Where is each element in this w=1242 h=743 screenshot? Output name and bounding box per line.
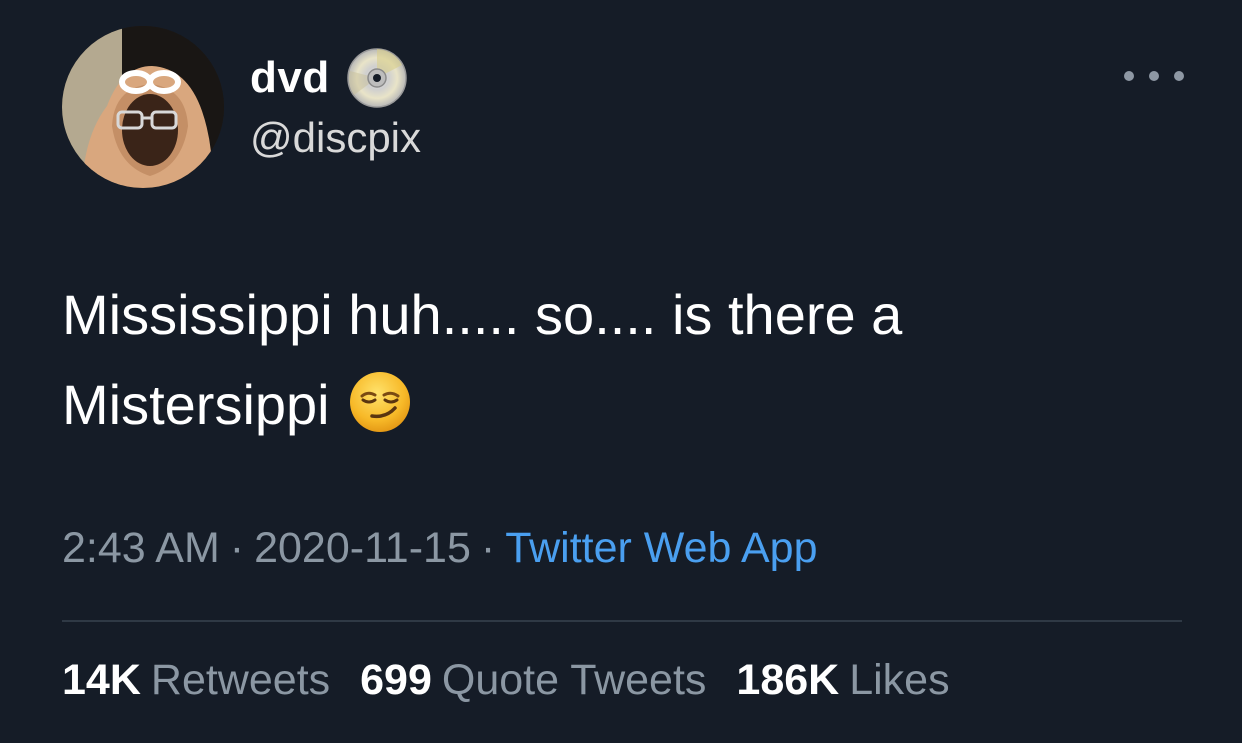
retweets-count: 14K bbox=[62, 656, 141, 704]
divider bbox=[62, 620, 1182, 622]
tweet-text-line-2-text: Mistersippi bbox=[62, 373, 330, 436]
likes-stat[interactable]: 186K Likes bbox=[736, 656, 949, 705]
more-dot bbox=[1124, 71, 1134, 81]
quote-tweets-count: 699 bbox=[360, 656, 432, 704]
author-handle[interactable]: @discpix bbox=[250, 114, 421, 162]
likes-count: 186K bbox=[736, 656, 840, 704]
tweet-text-line-1: Mississippi huh..... so.... is there a bbox=[62, 283, 903, 346]
meta-separator: · bbox=[480, 524, 496, 572]
tweet-card: dvd @discpix Mississippi huh..... so....… bbox=[0, 0, 1242, 743]
tweet-text-line-2: Mistersippi bbox=[62, 360, 1162, 450]
tweet-date[interactable]: 2020-11-15 bbox=[254, 524, 471, 572]
retweets-label: Retweets bbox=[150, 656, 331, 704]
quote-tweets-label: Quote Tweets bbox=[441, 656, 707, 704]
tweet-text: Mississippi huh..... so.... is there a M… bbox=[62, 270, 1162, 450]
more-dot bbox=[1149, 71, 1159, 81]
smirking-face-emoji bbox=[348, 370, 412, 434]
display-name[interactable]: dvd bbox=[250, 53, 330, 103]
tweet-time[interactable]: 2:43 AM bbox=[62, 524, 220, 572]
more-options-icon[interactable] bbox=[1124, 60, 1184, 92]
retweets-stat[interactable]: 14K Retweets bbox=[62, 656, 330, 705]
author-name-row[interactable]: dvd bbox=[250, 46, 408, 110]
quote-tweets-stat[interactable]: 699 Quote Tweets bbox=[360, 656, 706, 705]
avatar-image bbox=[62, 26, 224, 188]
tweet-source-link[interactable]: Twitter Web App bbox=[505, 524, 817, 572]
tweet-meta: 2:43 AM · 2020-11-15 · Twitter Web App bbox=[62, 524, 817, 573]
more-dot bbox=[1174, 71, 1184, 81]
avatar[interactable] bbox=[62, 26, 224, 188]
tweet-stats: 14K Retweets 699 Quote Tweets 186K Likes bbox=[62, 656, 980, 705]
dvd-disc-icon bbox=[346, 47, 408, 109]
likes-label: Likes bbox=[849, 656, 950, 704]
meta-separator: · bbox=[229, 524, 245, 572]
